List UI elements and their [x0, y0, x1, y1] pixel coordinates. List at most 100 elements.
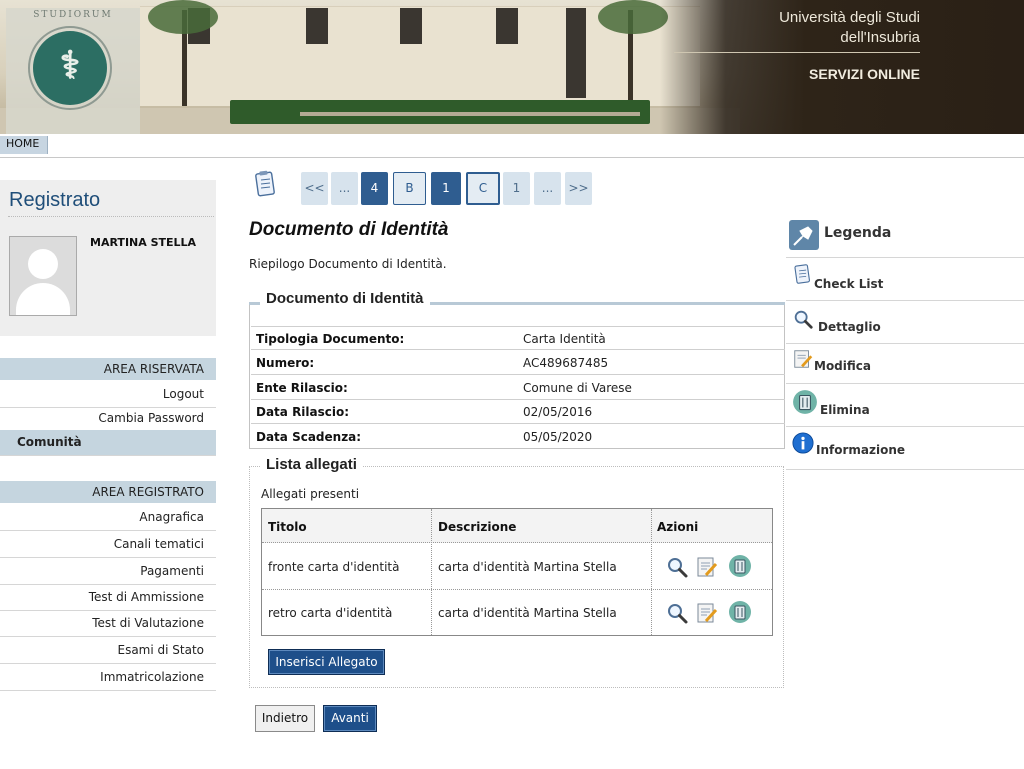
legend-header: Legenda — [786, 216, 1024, 258]
document-details-legend: Documento di Identità — [260, 290, 430, 307]
home-link[interactable]: HOME — [0, 136, 49, 154]
doc-field-value: Carta Identità — [523, 332, 606, 346]
pager-last[interactable]: >> — [565, 172, 592, 205]
attachment-title: retro carta d'identità — [268, 606, 393, 620]
avatar — [9, 236, 77, 316]
info-icon — [792, 432, 814, 454]
area-riservata-heading: AREA RISERVATA — [0, 358, 216, 380]
banner-tree — [148, 0, 218, 34]
attachment-description: carta d'identità Martina Stella — [438, 560, 617, 574]
banner-window — [306, 8, 328, 44]
legend-item-informazione: Informazione — [786, 428, 1024, 470]
legend-item-elimina: Elimina — [786, 385, 1024, 427]
magnifier-icon[interactable] — [665, 601, 689, 625]
legend-title: Legenda — [824, 225, 892, 241]
edit-icon — [794, 350, 813, 368]
legend-item-checklist: Check List — [786, 259, 1024, 301]
pager-first[interactable]: << — [301, 172, 328, 205]
avatar-body-icon — [16, 283, 70, 315]
pager-step-b[interactable]: B — [393, 172, 426, 205]
banner-tree — [598, 0, 668, 34]
column-header-titolo: Titolo — [268, 520, 307, 534]
pin-icon — [789, 220, 819, 250]
top-nav-bar: HOME — [0, 134, 1024, 158]
page-subtitle: Riepilogo Documento di Identità. — [249, 257, 447, 271]
sidebar-item-immatricolazione[interactable]: Immatricolazione — [0, 665, 216, 691]
services-label: SERVIZI ONLINE — [809, 66, 920, 82]
trash-icon — [793, 390, 817, 414]
doc-field-label: Tipologia Documento: — [256, 332, 405, 346]
attachments-table: Titolo Descrizione Azioni fronte carta d… — [261, 508, 773, 636]
insert-attachment-button[interactable]: Inserisci Allegato — [268, 649, 385, 675]
avatar-head-icon — [28, 249, 58, 279]
magnifier-icon[interactable] — [665, 555, 689, 579]
attachments-present-label: Allegati presenti — [261, 487, 360, 501]
pager-step-c[interactable]: C — [466, 172, 500, 205]
logo-symbol-icon: ⚕ — [59, 42, 81, 87]
doc-field-value: 05/05/2020 — [523, 430, 593, 444]
legend-label: Dettaglio — [818, 320, 881, 334]
pager-step-1[interactable]: 1 — [503, 172, 530, 205]
sidebar-item-comunita[interactable]: Comunità — [0, 430, 216, 456]
doc-row-numero: Numero: AC489687485 — [251, 351, 785, 375]
university-name-line1: Università degli Studi — [779, 9, 920, 26]
banner-window — [400, 8, 422, 44]
doc-field-label: Ente Rilascio: — [256, 381, 348, 395]
column-header-azioni: Azioni — [657, 520, 699, 534]
doc-field-value: Comune di Varese — [523, 381, 632, 395]
user-name: MARTINA STELLA — [90, 236, 197, 249]
banner-door — [566, 8, 586, 98]
university-name: Università degli Studi dell'Insubria — [779, 8, 920, 48]
sidebar-item-test-ammissione[interactable]: Test di Ammissione — [0, 585, 216, 611]
doc-field-value: AC489687485 — [523, 356, 609, 370]
row-divider — [262, 589, 772, 590]
pager-ellipsis[interactable]: ... — [331, 172, 358, 205]
pager-step-4[interactable]: 4 — [361, 172, 388, 205]
doc-row-ente-rilascio: Ente Rilascio: Comune di Varese — [251, 376, 785, 400]
legend-label: Elimina — [820, 403, 870, 417]
legend-label: Check List — [814, 277, 884, 291]
magnifier-icon — [794, 310, 813, 329]
area-registrato-heading: AREA REGISTRATO — [0, 481, 216, 503]
sidebar-title-divider — [8, 216, 214, 217]
checklist-icon — [794, 264, 810, 284]
doc-row-data-scadenza: Data Scadenza: 05/05/2020 — [251, 425, 785, 449]
logo-motto: STUDIORUM — [33, 10, 113, 20]
legend-label: Modifica — [814, 359, 871, 373]
sidebar-item-anagrafica[interactable]: Anagrafica — [0, 505, 216, 531]
attachment-title: fronte carta d'identità — [268, 560, 400, 574]
legend-label: Informazione — [816, 443, 906, 457]
next-button[interactable]: Avanti — [323, 705, 377, 732]
university-name-line2: dell'Insubria — [840, 29, 920, 46]
trash-icon[interactable] — [728, 600, 752, 624]
doc-field-value: 02/05/2016 — [523, 405, 593, 419]
sidebar-item-logout[interactable]: Logout — [0, 382, 216, 408]
user-box: Registrato MARTINA STELLA — [0, 180, 216, 336]
doc-field-label: Data Rilascio: — [256, 405, 350, 419]
column-divider — [651, 509, 652, 635]
sidebar-item-cambia-password[interactable]: Cambia Password — [0, 406, 216, 432]
banner-window — [496, 8, 518, 44]
doc-field-label: Data Scadenza: — [256, 430, 362, 444]
edit-icon[interactable] — [695, 601, 719, 625]
sidebar-title: Registrato — [9, 189, 101, 211]
sidebar-item-pagamenti[interactable]: Pagamenti — [0, 559, 216, 585]
doc-row-tipologia: Tipologia Documento: Carta Identità — [251, 326, 785, 350]
checklist-icon — [255, 170, 275, 197]
legend-item-dettaglio: Dettaglio — [786, 302, 1024, 344]
back-button[interactable]: Indietro — [255, 705, 315, 732]
edit-icon[interactable] — [695, 555, 719, 579]
column-header-descrizione: Descrizione — [438, 520, 517, 534]
trash-icon[interactable] — [728, 554, 752, 578]
legend-item-modifica: Modifica — [786, 345, 1024, 384]
attachment-description: carta d'identità Martina Stella — [438, 606, 617, 620]
sidebar-item-test-valutazione[interactable]: Test di Valutazione — [0, 611, 216, 637]
university-logo[interactable]: STUDIORUM ⚕ — [6, 8, 140, 134]
sidebar-item-esami-di-stato[interactable]: Esami di Stato — [0, 638, 216, 664]
sidebar-item-canali-tematici[interactable]: Canali tematici — [0, 532, 216, 558]
banner-bench — [300, 112, 640, 116]
pager-step-1-current[interactable]: 1 — [431, 172, 461, 205]
header-banner: STUDIORUM ⚕ Università degli Studi dell'… — [0, 0, 1024, 134]
doc-row-data-rilascio: Data Rilascio: 02/05/2016 — [251, 400, 785, 424]
pager-ellipsis[interactable]: ... — [534, 172, 561, 205]
